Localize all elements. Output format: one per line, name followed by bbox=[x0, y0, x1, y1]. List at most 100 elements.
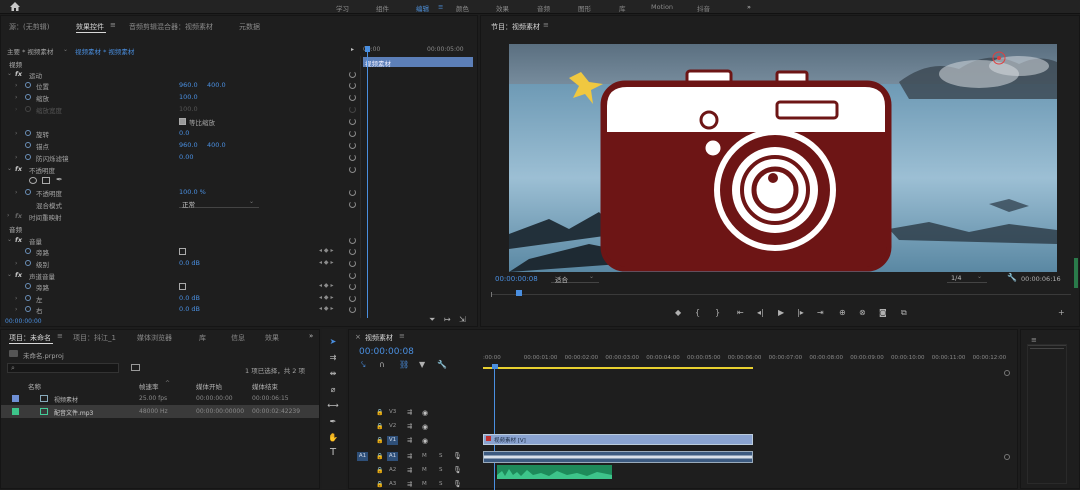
level-value[interactable]: 0.0 dB bbox=[179, 259, 200, 267]
solo-button[interactable]: S bbox=[439, 481, 443, 487]
home-icon[interactable] bbox=[10, 2, 20, 11]
uniform-scale-checkbox[interactable] bbox=[179, 118, 186, 125]
stopwatch-icon[interactable] bbox=[25, 306, 31, 312]
chevron-down-icon[interactable]: ⌄ bbox=[7, 236, 12, 243]
column-name[interactable]: 名称 bbox=[28, 381, 41, 391]
tab-metadata[interactable]: 元数据 bbox=[239, 22, 260, 32]
add-button-icon[interactable]: + bbox=[1058, 308, 1065, 317]
chevron-right-icon[interactable]: › bbox=[15, 189, 17, 196]
workspace-learn[interactable]: 学习 bbox=[336, 3, 349, 13]
ellipse-mask-icon[interactable] bbox=[29, 177, 37, 184]
fx-badge[interactable]: fx bbox=[15, 70, 22, 78]
keyframe-nav-icon[interactable]: ◂ ◆ ▸ bbox=[319, 305, 333, 312]
sort-ascending-icon[interactable]: ^ bbox=[165, 380, 170, 387]
add-marker-icon[interactable]: ◆ bbox=[675, 308, 681, 317]
left-channel-value[interactable]: 0.0 dB bbox=[179, 294, 200, 302]
scale-value[interactable]: 100.0 bbox=[179, 93, 198, 101]
clip-active-path[interactable]: 视频素材 * 视频素材 bbox=[75, 46, 134, 56]
track-label[interactable]: A2 bbox=[389, 467, 396, 473]
workspace-motion[interactable]: Motion bbox=[651, 3, 673, 11]
effect-controls-timecode[interactable]: 00:00:00:00 bbox=[5, 318, 42, 325]
type-tool-icon[interactable]: T bbox=[327, 447, 339, 458]
microphone-icon[interactable]: 🎙 bbox=[453, 466, 462, 474]
program-current-timecode[interactable]: 00:00:00:08 bbox=[495, 275, 538, 283]
razor-tool-icon[interactable]: ⌀ bbox=[327, 385, 339, 394]
workspace-audio[interactable]: 音频 bbox=[537, 3, 550, 13]
tab-project-douyin[interactable]: 项目：抖江_1 bbox=[73, 333, 116, 343]
solo-button[interactable]: S bbox=[439, 467, 443, 473]
video-frame[interactable] bbox=[509, 44, 1057, 272]
go-to-in-icon[interactable]: ⇤ bbox=[737, 308, 744, 317]
pen-tool-icon[interactable]: ✒ bbox=[327, 417, 339, 426]
workspace-libraries[interactable]: 库 bbox=[619, 3, 626, 13]
work-area-bar[interactable] bbox=[483, 367, 753, 369]
track-label[interactable]: V2 bbox=[389, 423, 396, 429]
tab-media-browser[interactable]: 媒体浏览器 bbox=[137, 333, 172, 343]
hand-tool-icon[interactable]: ✋ bbox=[327, 433, 339, 442]
workspace-menu-icon[interactable]: ≡ bbox=[438, 3, 443, 11]
bypass-checkbox[interactable] bbox=[179, 283, 186, 290]
clip-master-path[interactable]: 主要 * 视频素材 bbox=[7, 46, 53, 56]
sequence-tab[interactable]: 视频素材 bbox=[365, 333, 393, 343]
workspace-color[interactable]: 颜色 bbox=[456, 3, 469, 13]
play-only-icon[interactable]: ▸ bbox=[351, 46, 354, 53]
panel-menu-icon[interactable]: ≡ bbox=[57, 332, 63, 340]
selection-tool-icon[interactable]: ➤ bbox=[327, 337, 339, 346]
track-select-tool-icon[interactable]: ⇉ bbox=[327, 353, 339, 362]
reset-icon[interactable] bbox=[349, 306, 356, 313]
sync-lock-icon[interactable]: ⇶ bbox=[407, 437, 412, 444]
stopwatch-icon[interactable] bbox=[25, 283, 31, 289]
lock-icon[interactable]: 🔒 bbox=[376, 409, 383, 416]
stopwatch-icon[interactable] bbox=[25, 260, 31, 266]
source-patch-a1[interactable]: A1 bbox=[357, 452, 368, 461]
sync-lock-icon[interactable]: ⇶ bbox=[407, 423, 412, 430]
new-bin-icon[interactable] bbox=[131, 364, 140, 371]
sync-lock-icon[interactable]: ⇶ bbox=[407, 453, 412, 460]
zoom-dropdown[interactable]: 适合 ⌄ bbox=[551, 273, 599, 284]
position-y-value[interactable]: 400.0 bbox=[207, 81, 226, 89]
track-label[interactable]: V3 bbox=[389, 409, 396, 415]
chevron-down-icon[interactable]: ⌄ bbox=[7, 271, 12, 278]
workspace-assembly[interactable]: 组件 bbox=[376, 3, 389, 13]
tab-effects[interactable]: 效果 bbox=[265, 333, 279, 343]
chevron-right-icon[interactable]: › bbox=[15, 82, 17, 89]
anchor-x-value[interactable]: 960.0 bbox=[179, 141, 198, 149]
go-to-out-icon[interactable]: ⇥ bbox=[817, 308, 824, 317]
chevron-right-icon[interactable]: › bbox=[15, 260, 17, 267]
reset-icon[interactable] bbox=[349, 71, 356, 78]
rotation-value[interactable]: 0.0 bbox=[179, 129, 189, 137]
slip-tool-icon[interactable]: ⟷ bbox=[327, 401, 339, 410]
track-target-v3[interactable]: V1 bbox=[387, 436, 398, 445]
export-frame-icon[interactable]: ◙ bbox=[879, 308, 887, 317]
panel-menu-icon[interactable]: ≡ bbox=[543, 21, 549, 29]
reset-icon[interactable] bbox=[349, 130, 356, 137]
list-item-selected[interactable]: 配音文件.mp3 48000 Hz 00:00:00:00000 00:00:0… bbox=[1, 405, 319, 418]
reset-icon[interactable] bbox=[349, 154, 356, 161]
column-fps[interactable]: 帧速率 bbox=[139, 381, 159, 391]
chevron-down-icon[interactable]: ⌄ bbox=[7, 165, 12, 172]
mini-clip-bar[interactable]: 视频素材 bbox=[363, 57, 473, 68]
lock-icon[interactable]: 🔒 bbox=[376, 437, 383, 444]
reset-icon[interactable] bbox=[349, 189, 356, 196]
linked-selection-icon[interactable]: ⛓ bbox=[399, 360, 409, 369]
ripple-edit-tool-icon[interactable]: ⇹ bbox=[327, 369, 339, 378]
keyframe-nav-icon[interactable]: ◂ ◆ ▸ bbox=[319, 294, 333, 301]
play-icon[interactable]: ▶ bbox=[778, 308, 784, 317]
audio-clip-a1[interactable] bbox=[483, 451, 753, 463]
reset-icon[interactable] bbox=[349, 248, 356, 255]
stopwatch-icon[interactable] bbox=[25, 82, 31, 88]
tab-source[interactable]: 源：(无剪辑) bbox=[9, 22, 49, 32]
ripple-icon[interactable]: ⇲ bbox=[459, 315, 466, 324]
solo-button[interactable]: S bbox=[439, 453, 443, 459]
audio-clip-a2[interactable] bbox=[497, 465, 612, 479]
overwrite-icon[interactable]: ⊗ bbox=[859, 308, 866, 317]
video-clip-v1[interactable]: 视频素材 [V] bbox=[483, 434, 753, 445]
mute-button[interactable]: M bbox=[422, 467, 427, 473]
fx-badge[interactable]: fx bbox=[15, 165, 22, 173]
filter-icon[interactable]: ⏷ bbox=[429, 315, 435, 325]
time-ruler[interactable]: :00:00 00:00:01:00 00:00:02:00 00:00:03:00 0… bbox=[483, 354, 1006, 368]
stopwatch-icon[interactable] bbox=[25, 154, 31, 160]
snap-icon[interactable]: ∩ bbox=[379, 360, 385, 369]
chevron-right-icon[interactable]: › bbox=[15, 306, 17, 313]
lock-icon[interactable]: 🔒 bbox=[376, 423, 383, 430]
